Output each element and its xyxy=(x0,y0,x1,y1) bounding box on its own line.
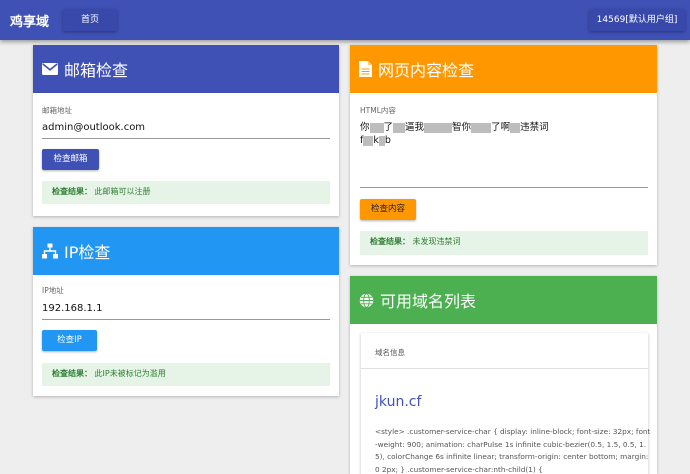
email-field-label: 邮箱地址 xyxy=(42,106,72,115)
email-check-result: 检查结果： 此邮箱可以注册 xyxy=(42,181,330,204)
email-field-underline xyxy=(42,138,330,139)
brand-title[interactable]: 鸡享域 xyxy=(10,11,49,30)
content-text-segment: 逼我 xyxy=(405,122,425,133)
email-result-text: 此邮箱可以注册 xyxy=(94,187,151,196)
content-line-2: fkb xyxy=(360,134,648,147)
ip-check-card: IP检查 IP地址 192.168.1.1 检查IP 检查结果： 此IP未被标记… xyxy=(33,227,339,396)
email-check-header: 邮箱检查 xyxy=(33,45,339,93)
content-check-card: 网页内容检查 HTML内容 你 了逼我 智你 了啊 违禁词 fkb 检查内容 检查结果：… xyxy=(350,45,657,265)
redacted-block xyxy=(393,122,406,133)
ip-result-text: 此IP未被标记为滥用 xyxy=(94,369,166,378)
content-result-text: 未发现违禁词 xyxy=(412,237,461,246)
top-app-bar: 鸡享域 首页 14569[默认用户组] xyxy=(0,0,690,40)
content-check-result: 检查结果： 未发现违禁词 xyxy=(360,231,648,255)
redacted-block xyxy=(424,122,453,133)
content-textarea[interactable]: 你 了逼我 智你 了啊 违禁词 fkb xyxy=(360,121,648,187)
domain-name-link[interactable]: jkun.cf xyxy=(375,394,421,410)
domain-list-title: 可用域名列表 xyxy=(380,292,477,311)
email-result-label: 检查结果： xyxy=(52,187,92,196)
redacted-block xyxy=(363,135,374,146)
content-line-1: 你 了逼我 智你 了啊 违禁词 xyxy=(360,121,648,134)
email-field[interactable]: admin@outlook.com xyxy=(42,122,145,133)
content-text-segment: 违禁词 xyxy=(520,122,549,133)
domain-list-card: 可用域名列表 域名信息 jkun.cf <style> .customer-se… xyxy=(350,276,657,474)
globe-icon xyxy=(359,292,374,308)
ip-check-header: IP检查 xyxy=(33,227,339,275)
content-field-underline xyxy=(360,187,648,188)
ip-result-label: 检查结果： xyxy=(52,369,92,378)
ip-field[interactable]: 192.168.1.1 xyxy=(42,303,102,314)
redacted-block xyxy=(510,122,521,133)
content-text-segment: 你 xyxy=(360,122,370,133)
content-result-label: 检查结果： xyxy=(370,237,410,246)
redacted-block xyxy=(369,122,384,133)
domain-description: <style> .customer-service-char { display… xyxy=(375,427,651,474)
email-check-card: 邮箱检查 邮箱地址 admin@outlook.com 检查邮箱 检查结果： 此… xyxy=(33,45,339,216)
domain-info-divider xyxy=(361,368,648,369)
document-icon xyxy=(359,61,372,77)
domain-info-card: 域名信息 jkun.cf <style> .customer-service-c… xyxy=(361,333,651,474)
content-check-header: 网页内容检查 xyxy=(350,45,657,93)
content-text-segment: 智你 xyxy=(452,122,472,133)
home-button[interactable]: 首页 xyxy=(63,9,117,31)
ip-field-label: IP地址 xyxy=(42,286,64,295)
check-email-button[interactable]: 检查邮箱 xyxy=(42,149,99,170)
content-check-title: 网页内容检查 xyxy=(378,61,475,80)
content-text-segment: b xyxy=(384,135,391,146)
envelope-icon xyxy=(42,63,58,75)
network-icon xyxy=(42,243,58,259)
domain-list-header: 可用域名列表 xyxy=(350,276,657,324)
ip-check-result: 检查结果： 此IP未被标记为滥用 xyxy=(42,363,330,386)
content-text-segment: 了 xyxy=(383,122,394,133)
content-text-segment: 了啊 xyxy=(491,122,511,133)
ip-check-title: IP检查 xyxy=(64,243,111,262)
content-field-label: HTML内容 xyxy=(360,106,396,115)
user-group-button[interactable]: 14569[默认用户组] xyxy=(589,9,685,31)
domain-info-header: 域名信息 xyxy=(375,348,405,357)
redacted-block xyxy=(471,122,492,133)
check-content-button[interactable]: 检查内容 xyxy=(360,199,416,220)
ip-field-underline xyxy=(42,319,330,320)
email-check-title: 邮箱检查 xyxy=(64,61,129,80)
check-ip-button[interactable]: 检查IP xyxy=(42,330,97,351)
